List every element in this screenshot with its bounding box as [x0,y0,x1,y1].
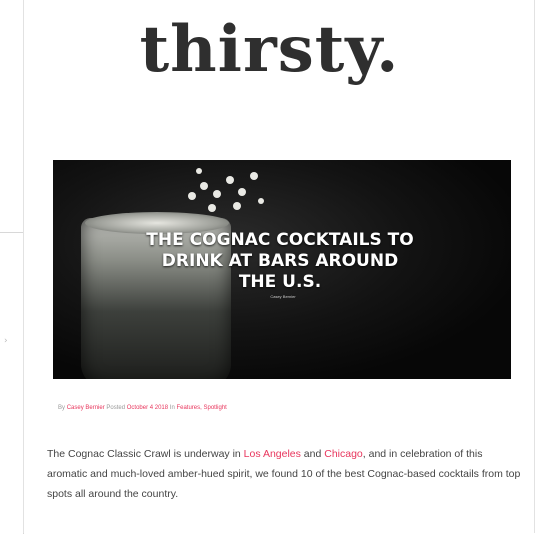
hero-author: Casey Bernier [270,294,296,299]
los-angeles-link[interactable]: Los Angeles [244,448,301,460]
intro-and: and [300,448,325,460]
byline-in: In [169,405,175,411]
chicago-link[interactable]: Chicago [324,448,363,460]
side-panel-edge [0,232,24,534]
side-panel-mark: › [4,336,8,346]
author-link[interactable]: Casey Bernier [67,405,105,411]
category-link[interactable]: Features, Spotlight [176,405,226,411]
byline-posted: Posted [106,405,126,411]
article-title: THE COGNAC COCKTAILS TO DRINK AT BARS AR… [146,230,414,292]
byline-by: By [58,405,66,411]
flower-garnish-illustration [178,162,268,222]
article-intro: The Cognac Classic Crawl is underway in … [47,444,522,504]
intro-part1: The Cognac Classic Crawl is underway in [47,448,244,460]
date-link[interactable]: October 4 2018 [127,405,168,411]
hero-byline-small: Casey Bernier [243,294,323,300]
site-logo[interactable]: thirsty. [0,12,539,87]
article-byline: By Casey Bernier Posted October 4 2018 I… [58,405,227,411]
hero-image: THE COGNAC COCKTAILS TO DRINK AT BARS AR… [53,160,511,379]
